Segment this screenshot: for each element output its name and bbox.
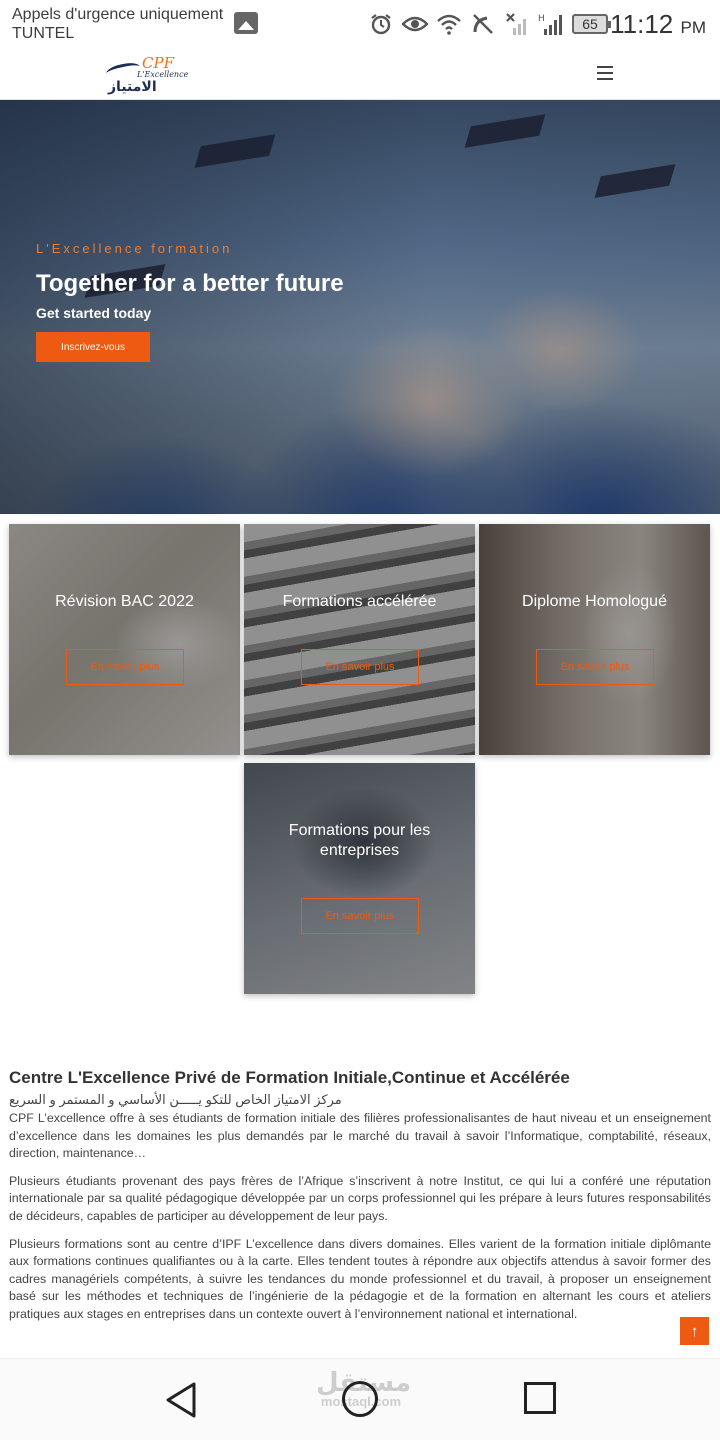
wifi-icon (436, 11, 462, 37)
about-section: Centre L'Excellence Privé de Formation I… (9, 1068, 711, 1334)
hero-subtitle: Get started today (36, 305, 152, 321)
clock-time: 11:12 (610, 9, 674, 39)
signup-button[interactable]: Inscrivez-vous (36, 332, 150, 362)
logo-arabic: الامتياز (108, 78, 157, 94)
signal-icon: H (538, 11, 564, 37)
card-title: Révision BAC 2022 (55, 593, 194, 610)
card-title: Diplome Homologué (522, 593, 667, 610)
carrier-name: TUNTEL (12, 25, 75, 42)
hamburger-menu-icon[interactable] (597, 66, 613, 80)
card-title: Formations pour les entreprises (288, 822, 431, 859)
card-formations-acceleree[interactable]: Formations accélérée En savoir plus (244, 524, 475, 755)
android-navigation-bar: مستقل mostaql.com (0, 1358, 720, 1440)
battery-indicator: 65 (572, 14, 611, 34)
recent-apps-icon[interactable] (524, 1382, 556, 1414)
status-bar: Appels d'urgence uniquement TUNTEL H 65 … (0, 0, 720, 46)
hero-banner: L'Excellence formation Together for a be… (0, 100, 720, 514)
about-paragraph: Plusieurs étudiants provenant des pays f… (9, 1173, 711, 1223)
no-signal-icon (504, 11, 530, 37)
card-diplome-homologue[interactable]: Diplome Homologué En savoir plus (479, 524, 710, 755)
arrow-up-icon: ↑ (690, 1322, 699, 1340)
card-revision-bac[interactable]: Révision BAC 2022 En savoir plus (9, 524, 240, 755)
learn-more-button[interactable]: En savoir plus (301, 649, 419, 685)
site-header: CPF L'Excellence الامتياز (0, 46, 720, 100)
learn-more-button[interactable]: En savoir plus (536, 649, 654, 685)
no-call-icon (470, 11, 496, 37)
gallery-notification-icon (234, 12, 258, 34)
alarm-icon (368, 11, 394, 37)
clock-ampm: PM (680, 18, 707, 37)
about-paragraph: Plusieurs formations sont au centre d’IP… (9, 1236, 711, 1321)
site-logo[interactable]: CPF L'Excellence الامتياز (104, 54, 188, 94)
scroll-to-top-button[interactable]: ↑ (680, 1317, 709, 1345)
back-icon[interactable] (164, 1381, 198, 1419)
eye-icon (402, 11, 428, 37)
learn-more-button[interactable]: En savoir plus (66, 649, 184, 685)
svg-text:H: H (538, 14, 545, 24)
carrier-info: Appels d'urgence uniquement TUNTEL (12, 5, 223, 43)
about-paragraph: CPF L’excellence offre à ses étudiants d… (9, 1111, 711, 1161)
card-formations-entreprises[interactable]: Formations pour les entreprises En savoi… (244, 763, 475, 994)
home-icon[interactable] (342, 1381, 378, 1417)
status-icons: H 65 (368, 10, 611, 38)
about-title: Centre L'Excellence Privé de Formation I… (9, 1068, 570, 1087)
card-title: Formations accélérée (282, 593, 437, 610)
hero-title: Together for a better future (36, 270, 344, 297)
emergency-calls-text: Appels d'urgence uniquement (12, 6, 224, 23)
hero-kicker: L'Excellence formation (36, 241, 233, 256)
clock: 11:12 PM (610, 9, 706, 40)
logo-swoosh (105, 60, 141, 80)
learn-more-button[interactable]: En savoir plus (301, 898, 419, 934)
about-arabic-subtitle: مركز الامتياز الخاص للتكو يـــــن الأساس… (9, 1092, 342, 1107)
